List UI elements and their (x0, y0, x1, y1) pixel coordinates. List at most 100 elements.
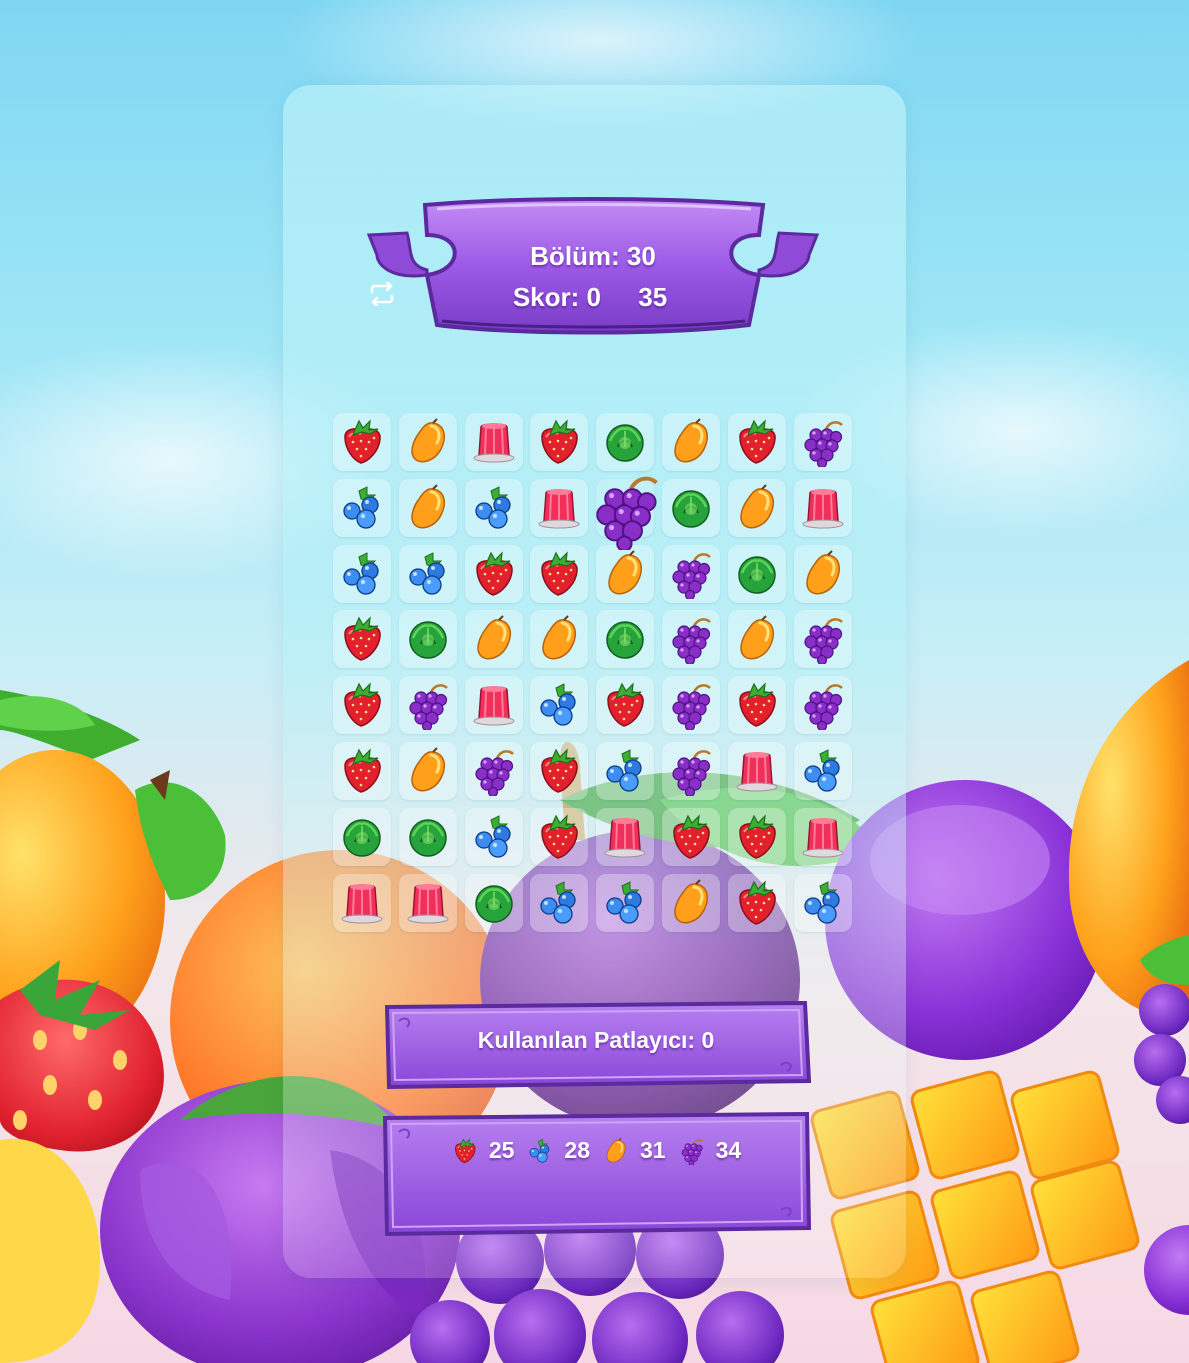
strawberry-icon (739, 419, 776, 464)
board-cell-jelly[interactable] (464, 676, 523, 735)
blueberry-icon (474, 485, 511, 529)
dragged-grape-piece[interactable] (586, 470, 666, 552)
board-cell-mango[interactable] (398, 413, 457, 471)
board-cell-mango[interactable] (530, 610, 589, 669)
board-cell-mango[interactable] (662, 873, 720, 932)
mango-icon (476, 615, 511, 660)
board-cell-mango[interactable] (662, 413, 720, 471)
strawberry-icon (541, 814, 579, 859)
grape-icon (681, 1139, 703, 1165)
strawberry-icon (344, 616, 381, 662)
board-cell-jelly[interactable] (596, 807, 655, 866)
board-cell-blueberry[interactable] (398, 544, 457, 603)
board-cell-cabbage[interactable] (398, 807, 457, 866)
booster-count-label: Kullanılan Patlayıcı: 0 (477, 1027, 715, 1053)
mango-icon (608, 549, 643, 594)
board-cell-blueberry[interactable] (333, 544, 391, 603)
cabbage-icon (606, 424, 644, 462)
board-cell-jelly[interactable] (793, 807, 852, 866)
board-cell-strawberry[interactable] (530, 807, 589, 866)
board-cell-mango[interactable] (727, 610, 786, 669)
strawberry-icon (344, 682, 381, 727)
goal-mango: 31 (602, 1137, 666, 1165)
board-cell-blueberry[interactable] (596, 742, 655, 800)
board-cell-grape[interactable] (662, 742, 720, 800)
board-cell-strawberry[interactable] (662, 807, 720, 866)
board-cell-jelly[interactable] (398, 873, 457, 932)
cabbage-icon (672, 490, 710, 528)
board-cell-strawberry[interactable] (727, 413, 786, 471)
board-cell-blueberry[interactable] (464, 478, 523, 537)
board-cell-cabbage[interactable] (596, 413, 655, 471)
board-cell-cabbage[interactable] (596, 610, 655, 669)
board-cell-cabbage[interactable] (464, 873, 523, 932)
board-cell-cabbage[interactable] (398, 610, 457, 669)
board-cell-mango[interactable] (727, 478, 786, 537)
jelly-icon (604, 817, 646, 858)
board-cell-strawberry[interactable] (464, 544, 523, 603)
board-cell-grape[interactable] (662, 544, 720, 603)
board-cell-strawberry[interactable] (596, 676, 655, 735)
board-cell-jelly[interactable] (333, 873, 391, 932)
jelly-icon (473, 686, 515, 726)
moves-counter: 35 (370, 282, 673, 313)
blueberry-icon (343, 551, 379, 595)
board-cell-blueberry[interactable] (530, 873, 589, 932)
grape-icon (672, 618, 711, 665)
board-cell-strawberry[interactable] (530, 413, 589, 471)
strawberry-icon (673, 814, 710, 859)
board-cell-strawberry[interactable] (727, 873, 786, 932)
board-cell-grape[interactable] (793, 676, 852, 735)
board-cell-strawberry[interactable] (333, 413, 391, 471)
board-cell-jelly[interactable] (727, 742, 786, 800)
board-cell-mango[interactable] (398, 478, 457, 537)
board-cell-jelly[interactable] (793, 478, 852, 537)
board-cell-blueberry[interactable] (464, 807, 523, 866)
board-cell-grape[interactable] (793, 413, 852, 471)
jelly-icon (407, 883, 449, 924)
board-cell-mango[interactable] (596, 544, 655, 603)
strawberry-icon (739, 682, 776, 727)
board-cell-strawberry[interactable] (530, 742, 589, 800)
grape-icon (803, 618, 843, 665)
mango-icon (411, 418, 445, 463)
grape-icon (672, 750, 711, 796)
board-cell-grape[interactable] (662, 610, 720, 669)
board-cell-mango[interactable] (793, 544, 852, 603)
board-cell-grape[interactable] (793, 610, 852, 669)
board-cell-blueberry[interactable] (596, 873, 655, 932)
board-cell-strawberry[interactable] (530, 544, 589, 603)
board-cell-grape[interactable] (464, 742, 523, 800)
cabbage-icon (409, 819, 447, 857)
board-cell-blueberry[interactable] (793, 873, 852, 932)
board-cell-strawberry[interactable] (333, 676, 391, 735)
jelly-icon (538, 488, 580, 529)
blueberry-icon (803, 880, 840, 924)
blueberry-icon (529, 1138, 550, 1163)
board-cell-grape[interactable] (398, 676, 457, 735)
cabbage-icon (738, 555, 776, 594)
board-cell-jelly[interactable] (530, 478, 589, 537)
board-cell-blueberry[interactable] (530, 676, 589, 735)
board-cell-cabbage[interactable] (727, 544, 786, 603)
score-row: Skor: 0 35 (367, 282, 819, 313)
board-cell-mango[interactable] (464, 610, 523, 669)
goal-count: 25 (488, 1137, 515, 1163)
blueberry-icon (606, 749, 642, 792)
board-cell-grape[interactable] (662, 676, 720, 735)
board-cell-cabbage[interactable] (662, 478, 720, 537)
board-cell-jelly[interactable] (464, 413, 523, 471)
strawberry-icon (541, 550, 579, 596)
board-cell-blueberry[interactable] (333, 478, 391, 537)
goals-plate (382, 1111, 811, 1237)
blueberry-icon (540, 683, 577, 726)
board-cell-strawberry[interactable] (727, 807, 786, 866)
cabbage-icon (343, 819, 381, 857)
board-cell-strawberry[interactable] (333, 742, 391, 800)
board-cell-cabbage[interactable] (333, 807, 391, 866)
board-cell-strawberry[interactable] (333, 610, 391, 669)
board-cell-mango[interactable] (398, 742, 457, 800)
board-cell-strawberry[interactable] (727, 676, 786, 735)
board-cell-blueberry[interactable] (793, 742, 852, 800)
jelly-icon (341, 883, 383, 924)
